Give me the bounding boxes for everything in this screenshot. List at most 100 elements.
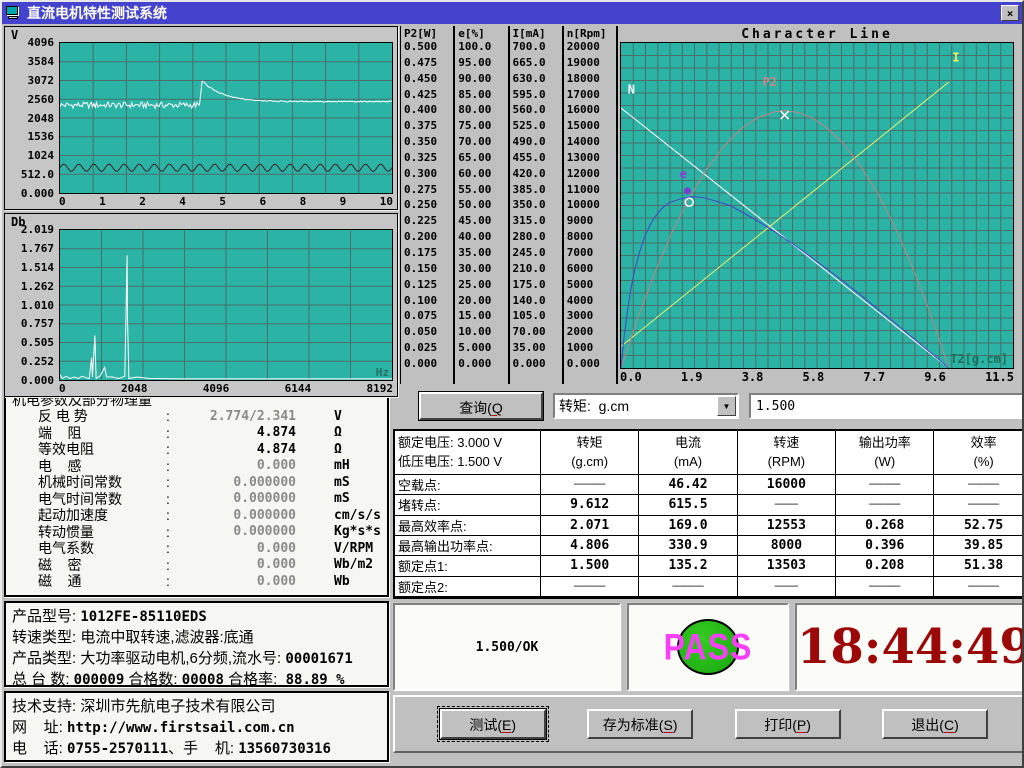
y-tick: 4096 [28, 36, 55, 49]
param-unit: V/RPM [334, 541, 373, 556]
scale-value: 455.0 [513, 151, 562, 164]
scope-plot [59, 42, 393, 194]
close-icon[interactable]: × [1001, 5, 1019, 21]
scale-value: 665.0 [513, 56, 562, 69]
x-tick: 3.8 [742, 370, 764, 384]
text-segment: 1012FE-85110EDS [80, 609, 206, 625]
scale-value: 65.00 [458, 151, 507, 164]
app-window: 直流电机特性测试系统 × V 4096358430722560204815361… [0, 0, 1024, 768]
scale-value: 560.0 [513, 103, 562, 116]
scale-value: 18000 [567, 72, 616, 85]
scale-column-header: n[Rpm] [567, 27, 616, 40]
y-tick: 2.019 [21, 223, 54, 236]
scale-value: 10.00 [458, 325, 507, 338]
y-tick: 0.252 [21, 355, 54, 368]
scale-value: 3000 [567, 309, 616, 322]
product-info-line: 产品类型: 大功率驱动电机,6分频,流水号: 00001671 [12, 647, 381, 668]
title-bar: 直流电机特性测试系统 × [2, 2, 1022, 24]
y-tick: 0.000 [21, 187, 54, 200]
table-cell: 51.38 [934, 556, 1024, 576]
table-cell: 0.396 [836, 536, 934, 556]
table-row-label: 空载点: [395, 475, 541, 495]
scale-value: 0.300 [404, 167, 453, 180]
param-value: 0.000000 [178, 491, 296, 506]
param-value: 0.000 [178, 541, 296, 556]
param-value: 0.000000 [178, 508, 296, 523]
scope-y-axis-title: V [7, 28, 393, 42]
window-title: 直流电机特性测试系统 [27, 3, 997, 23]
y-tick: 512.0 [21, 168, 54, 181]
scale-values: 700.0665.0630.0595.0560.0525.0490.0455.0… [513, 40, 562, 370]
scale-value: 55.00 [458, 183, 507, 196]
pass-indicator: PASS [627, 603, 789, 691]
scale-value: 20000 [567, 40, 616, 53]
scale-value: 100.0 [458, 40, 507, 53]
character-x-tick-labels: 0.01.93.85.87.79.611.5 [620, 369, 1014, 384]
scope-y-tick-labels: 4096358430722560204815361024512.00.000 [7, 36, 59, 200]
support-info-line: 网 址: http://www.firstsail.com.cn [12, 716, 381, 737]
table-cell: 52.75 [934, 516, 1024, 536]
svg-text:T2[g.cm]: T2[g.cm] [950, 352, 1008, 366]
chevron-down-icon[interactable]: ▼ [717, 396, 736, 416]
test-button[interactable]: 测试(E) [440, 709, 546, 739]
save-standard-button[interactable]: 存为标准(S) [587, 709, 693, 739]
table-cell: 9.612 [541, 495, 639, 515]
scale-value: 17000 [567, 88, 616, 101]
torque-value-input[interactable] [749, 393, 1024, 419]
param-value: 4.874 [178, 442, 296, 457]
x-tick: 1 [99, 195, 106, 208]
param-unit: Ω [334, 425, 342, 440]
scale-value: 0.375 [404, 119, 453, 132]
scale-value: 1000 [567, 341, 616, 354]
text-segment: 、手 机: [168, 740, 238, 757]
scale-value: 280.0 [513, 230, 562, 243]
x-tick: 9.6 [924, 370, 946, 384]
exit-button[interactable]: 退出(C) [882, 709, 988, 739]
character-plot: NIP2eT2[g.cm] [620, 42, 1014, 369]
param-value: 4.874 [178, 425, 296, 440]
query-button[interactable]: 查询(Q [419, 392, 543, 420]
table-cell: 13503 [738, 556, 836, 576]
x-tick: 11.5 [985, 370, 1014, 384]
table-cell: ———— [934, 495, 1024, 515]
header-line: 额定电压: 3.000 V [398, 434, 502, 453]
torque-unit-combobox[interactable]: 转矩: g.cm ▼ [553, 393, 739, 419]
scale-value: 20.00 [458, 294, 507, 307]
scale-value: 315.0 [513, 214, 562, 227]
status-row: 1.500/OK PASS 18:44:49 [393, 603, 1024, 691]
product-info-line: 产品型号: 1012FE-85110EDS [12, 605, 381, 626]
x-tick: 7.7 [863, 370, 885, 384]
text-segment: 88.89 % [286, 672, 345, 688]
text-segment: http://www.firstsail.com.cn [67, 720, 295, 736]
table-cell: ———— [934, 475, 1024, 495]
query-row: 查询(Q 转矩: g.cm ▼ [393, 387, 1024, 425]
param-value: 0.000 [178, 574, 296, 589]
param-unit: mS [334, 491, 350, 506]
param-unit: Wb [334, 574, 350, 589]
table-cell: ———— [541, 577, 639, 597]
text-segment: 大功率驱动电机,6分频,流水号: [80, 650, 285, 667]
x-tick: 8192 [367, 382, 394, 395]
param-colon: : [166, 557, 178, 573]
param-colon: : [166, 458, 178, 474]
scale-column-header: e[%] [458, 27, 507, 40]
x-tick: 1.9 [681, 370, 703, 384]
text-segment: 网 址: [12, 719, 67, 736]
table-cell: 135.2 [639, 556, 737, 576]
scale-value: 0.175 [404, 246, 453, 259]
table-cell: ———— [541, 475, 639, 495]
x-tick: 2048 [121, 382, 148, 395]
status-message: 1.500/OK [393, 603, 621, 691]
scale-value: 50.00 [458, 198, 507, 211]
param-colon: : [166, 441, 178, 457]
text-segment: 合格率: [224, 671, 286, 688]
y-tick: 1536 [28, 130, 55, 143]
scale-value: 210.0 [513, 262, 562, 275]
param-value: 0.000000 [178, 475, 296, 490]
print-button[interactable]: 打印(P) [735, 709, 841, 739]
param-value: 2.774/2.341 [178, 409, 296, 424]
scale-value: 175.0 [513, 278, 562, 291]
table-column-header: 转矩(g.cm) [541, 431, 639, 475]
scale-value: 630.0 [513, 72, 562, 85]
scale-value: 9000 [567, 214, 616, 227]
